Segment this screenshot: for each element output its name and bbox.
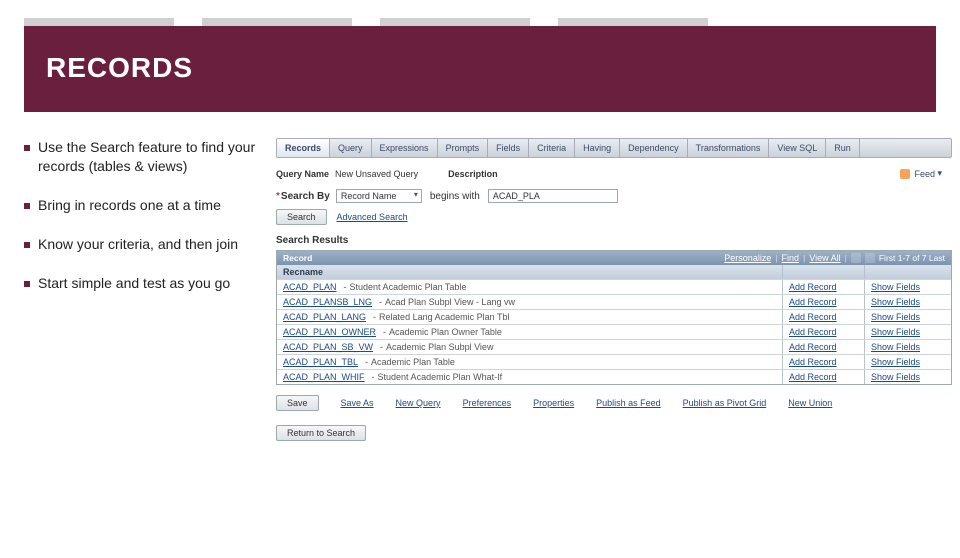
record-desc: Student Academic Plan What-If [378, 372, 503, 382]
record-code-link[interactable]: ACAD_PLANSB_LNG [283, 297, 372, 307]
add-record-link[interactable]: Add Record [789, 357, 837, 367]
saveas-link[interactable]: Save As [341, 398, 374, 408]
table-row: ACAD_PLAN_SB_VW-Academic Plan Subpl View… [277, 339, 951, 354]
save-button[interactable]: Save [276, 395, 319, 411]
begins-with-text: begins with [430, 191, 480, 202]
add-record-link[interactable]: Add Record [789, 372, 837, 382]
publish-pivot-link[interactable]: Publish as Pivot Grid [683, 398, 767, 408]
add-record-link[interactable]: Add Record [789, 327, 837, 337]
bullet-item: Start simple and test as you go [24, 274, 276, 293]
add-record-link[interactable]: Add Record [789, 342, 837, 352]
feed-label: Feed [914, 169, 935, 179]
accent-bar [0, 18, 960, 26]
grid-title: Record [283, 253, 312, 263]
table-row: ACAD_PLAN_OWNER-Academic Plan Owner Tabl… [277, 324, 951, 339]
search-input[interactable]: ACAD_PLA [488, 189, 618, 203]
slide-title: RECORDS [46, 52, 914, 84]
grid-columns: Recname [277, 265, 951, 279]
add-record-link[interactable]: Add Record [789, 312, 837, 322]
tab-view-sql[interactable]: View SQL [769, 139, 826, 157]
tab-query[interactable]: Query [330, 139, 372, 157]
show-fields-link[interactable]: Show Fields [871, 312, 920, 322]
bullet-list: Use the Search feature to find your reco… [24, 138, 276, 441]
record-code-link[interactable]: ACAD_PLAN_OWNER [283, 327, 376, 337]
search-by-label: Search By [281, 191, 330, 202]
screenshot-panel: Records Query Expressions Prompts Fields… [276, 138, 960, 441]
advanced-search-link[interactable]: Advanced Search [337, 212, 408, 222]
bottom-actions: Save Save As New Query Preferences Prope… [276, 395, 952, 411]
tab-fields[interactable]: Fields [488, 139, 529, 157]
results-grid: Record Personalize | Find | View All | F… [276, 250, 952, 385]
add-record-link[interactable]: Add Record [789, 282, 837, 292]
tab-prompts[interactable]: Prompts [438, 139, 489, 157]
publish-feed-link[interactable]: Publish as Feed [596, 398, 661, 408]
add-record-link[interactable]: Add Record [789, 297, 837, 307]
show-fields-link[interactable]: Show Fields [871, 372, 920, 382]
record-desc: Student Academic Plan Table [350, 282, 467, 292]
record-code-link[interactable]: ACAD_PLAN_LANG [283, 312, 366, 322]
record-desc: Acad Plan Subpl View - Lang vw [385, 297, 515, 307]
table-row: ACAD_PLAN_LANG-Related Lang Academic Pla… [277, 309, 951, 324]
table-row: ACAD_PLAN_WHIF-Student Academic Plan Wha… [277, 369, 951, 384]
description-label: Description [448, 169, 498, 179]
grid-personalize-link[interactable]: Personalize [724, 253, 771, 263]
return-to-search-button[interactable]: Return to Search [276, 425, 366, 441]
record-code-link[interactable]: ACAD_PLAN [283, 282, 337, 292]
table-row: ACAD_PLANSB_LNG-Acad Plan Subpl View - L… [277, 294, 951, 309]
search-by-select[interactable]: Record Name [336, 189, 422, 203]
tab-criteria[interactable]: Criteria [529, 139, 575, 157]
tab-having[interactable]: Having [575, 139, 620, 157]
record-desc: Academic Plan Owner Table [389, 327, 502, 337]
grid-viewall-link[interactable]: View All [809, 253, 840, 263]
show-fields-link[interactable]: Show Fields [871, 327, 920, 337]
preferences-link[interactable]: Preferences [463, 398, 512, 408]
record-desc: Related Lang Academic Plan Tbl [379, 312, 509, 322]
grid-toolbar: Record Personalize | Find | View All | F… [277, 251, 951, 265]
record-desc: Academic Plan Subpl View [386, 342, 493, 352]
bullet-item: Bring in records one at a time [24, 196, 276, 215]
properties-link[interactable]: Properties [533, 398, 574, 408]
record-code-link[interactable]: ACAD_PLAN_SB_VW [283, 342, 373, 352]
bullet-item: Know your criteria, and then join [24, 235, 276, 254]
tab-dependency[interactable]: Dependency [620, 139, 688, 157]
tab-records[interactable]: Records [277, 139, 330, 157]
query-name-label: Query Name [276, 169, 329, 179]
table-row: ACAD_PLAN_TBL-Academic Plan TableAdd Rec… [277, 354, 951, 369]
record-desc: Academic Plan Table [371, 357, 455, 367]
query-name-value: New Unsaved Query [335, 169, 418, 179]
required-star-icon: * [276, 191, 280, 202]
record-code-link[interactable]: ACAD_PLAN_TBL [283, 357, 358, 367]
tab-expressions[interactable]: Expressions [372, 139, 438, 157]
search-by-row: * Search By Record Name begins with ACAD… [276, 189, 952, 203]
show-fields-link[interactable]: Show Fields [871, 342, 920, 352]
grid-zoom-icon[interactable] [851, 253, 861, 263]
table-row: ACAD_PLAN-Student Academic Plan TableAdd… [277, 279, 951, 294]
tab-strip: Records Query Expressions Prompts Fields… [276, 138, 952, 158]
bullet-item: Use the Search feature to find your reco… [24, 138, 276, 176]
tab-run[interactable]: Run [826, 139, 860, 157]
record-code-link[interactable]: ACAD_PLAN_WHIF [283, 372, 365, 382]
tab-transformations[interactable]: Transformations [688, 139, 770, 157]
col-show [865, 265, 951, 279]
show-fields-link[interactable]: Show Fields [871, 297, 920, 307]
search-results-heading: Search Results [276, 235, 952, 246]
newquery-link[interactable]: New Query [396, 398, 441, 408]
show-fields-link[interactable]: Show Fields [871, 357, 920, 367]
col-recname: Recname [277, 265, 783, 279]
grid-download-icon[interactable] [865, 253, 875, 263]
new-union-link[interactable]: New Union [788, 398, 832, 408]
grid-find-link[interactable]: Find [782, 253, 800, 263]
slide-title-block: RECORDS [24, 26, 936, 112]
query-meta-row: Query Name New Unsaved Query Description… [276, 168, 952, 179]
col-add [783, 265, 865, 279]
show-fields-link[interactable]: Show Fields [871, 282, 920, 292]
grid-range-text: First 1-7 of 7 Last [879, 253, 945, 263]
rss-icon [900, 169, 910, 179]
search-button[interactable]: Search [276, 209, 327, 225]
feed-dropdown[interactable]: Feed ▾ [900, 168, 942, 179]
